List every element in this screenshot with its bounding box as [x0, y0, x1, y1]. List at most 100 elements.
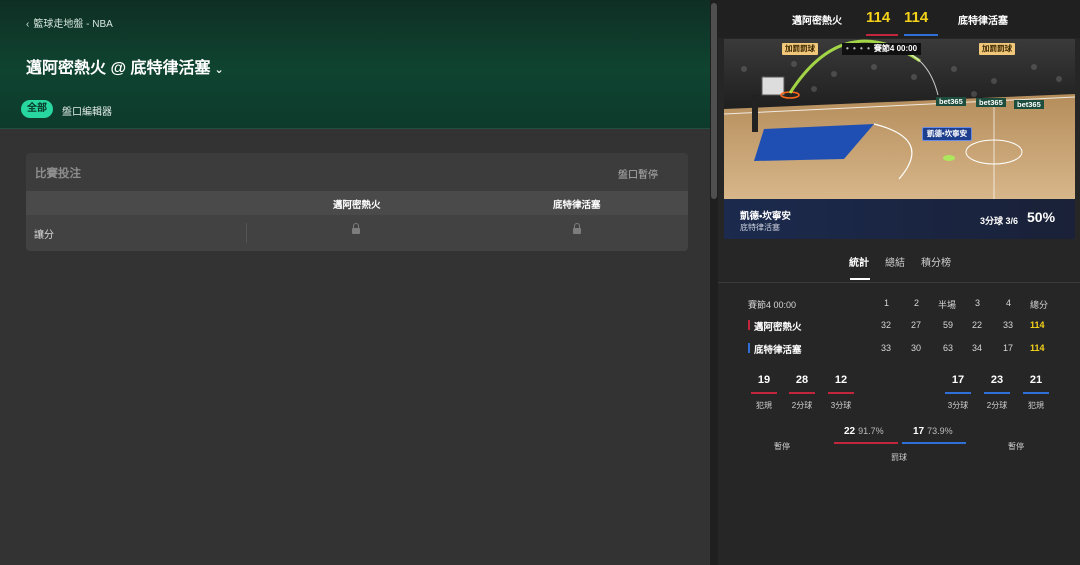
- player-stat-bar: 凱德•坎寧安 底特律活塞 3分球 3/6 50%: [724, 199, 1075, 239]
- stat-label: 犯規: [1028, 401, 1044, 410]
- score-cell: 30: [911, 343, 922, 353]
- court-visualization: 加罰罰球 • • • • 賽節4 00:00 加罰罰球 bet365 bet365…: [724, 39, 1075, 239]
- team-color-marker: [748, 320, 750, 330]
- market-title: 比賽投注: [35, 168, 81, 180]
- ad-board: bet365: [1014, 100, 1044, 109]
- stat-underline: [945, 392, 971, 394]
- scoreboard: 邁阿密熱火 114 114 底特律活塞: [718, 0, 1080, 38]
- box-row-home: 邁阿密熱火 32 27 59 22 33 114: [718, 318, 1080, 334]
- betting-pane: ‹ 籃球走地盤 - NBA 邁阿密熱火 @ 底特律活塞 ⌄ 全部 盤口編輯器 比賽投…: [0, 0, 710, 565]
- total-cell: 114: [1030, 343, 1045, 353]
- ad-board: bet365: [976, 98, 1006, 107]
- stat-label: 3分球: [947, 401, 969, 410]
- ft-away-value: 17: [913, 426, 925, 437]
- score-cell: 27: [911, 320, 922, 330]
- team-name: 底特律活塞: [754, 345, 802, 356]
- stat-home-3pt: 12 3分球: [826, 374, 856, 411]
- score-cell: 34: [972, 343, 983, 353]
- stat-value: 21: [1029, 374, 1043, 386]
- ft-home-pct: 91.7%: [858, 426, 884, 436]
- player-name: 凱德•坎寧安: [740, 211, 791, 222]
- player-badge: 凱德•坎寧安: [922, 127, 973, 141]
- tab-bet-builder[interactable]: 盤口編輯器: [62, 103, 112, 118]
- market-card: 比賽投注 盤口暫停 邁阿密熱火 底特律活塞 讓分: [26, 153, 688, 251]
- ft-away-bar: [902, 442, 966, 444]
- event-header: ‹ 籃球走地盤 - NBA 邁阿密熱火 @ 底特律活塞 ⌄ 全部 盤口編輯器: [0, 0, 710, 129]
- away-score: 114: [904, 9, 929, 26]
- stat-underline: [828, 392, 854, 394]
- stat-underline: [789, 392, 815, 394]
- stat-away-2pt: 23 2分球: [982, 374, 1012, 411]
- scrollbar-thumb[interactable]: [711, 3, 717, 199]
- stat-value: 19: [757, 374, 771, 386]
- stat-underline: [984, 392, 1010, 394]
- score-cell: 63: [943, 343, 954, 353]
- stat-underline: [1023, 392, 1049, 394]
- home-color-bar: [866, 34, 898, 36]
- stats-tabs: 統計 總結 積分榜: [718, 248, 1080, 283]
- breadcrumb[interactable]: ‹ 籃球走地盤 - NBA: [26, 15, 113, 30]
- stat-away-3pt: 17 3分球: [943, 374, 973, 411]
- scrollbar[interactable]: [710, 0, 718, 565]
- market-status: 盤口暫停: [618, 170, 658, 181]
- free-throw-tag-away: 加罰罰球: [979, 43, 1015, 55]
- market-header[interactable]: 比賽投注 盤口暫停: [26, 153, 688, 191]
- active-tab-indicator: [850, 278, 870, 280]
- stat-label: 2分球: [986, 401, 1008, 410]
- ft-home-bar: [834, 442, 898, 444]
- free-throw-label: 罰球: [891, 453, 907, 462]
- lock-icon: [573, 223, 581, 234]
- stat-home-2pt: 28 2分球: [787, 374, 817, 411]
- tab-stats[interactable]: 統計: [849, 254, 869, 269]
- score-cell: 22: [972, 320, 983, 330]
- away-color-bar: [904, 34, 938, 36]
- stat-value: 17: [951, 374, 965, 386]
- stat-underline: [751, 392, 777, 394]
- header-q2: 2: [914, 298, 920, 308]
- column-away: 底特律活塞: [553, 200, 601, 211]
- row-divider: [246, 223, 247, 243]
- chevron-down-icon: ⌄: [214, 64, 224, 76]
- header-half: 半場: [938, 300, 957, 310]
- timeout-home: 暫停: [774, 442, 790, 451]
- score-cell: 17: [1003, 343, 1014, 353]
- tab-summary[interactable]: 總結: [885, 254, 905, 269]
- period-label: 賽節4: [873, 44, 895, 53]
- header-total: 總分: [1030, 300, 1049, 310]
- home-team-name: 邁阿密熱火: [792, 16, 842, 27]
- team-name: 邁阿密熱火: [754, 322, 802, 333]
- match-center: 邁阿密熱火 114 114 底特律活塞 加罰罰球 • • • • 賽節4 00:…: [718, 0, 1080, 565]
- player-percentage: 50%: [1027, 209, 1056, 225]
- chevron-left-icon: ‹: [26, 19, 30, 30]
- score-cell: 32: [881, 320, 892, 330]
- stat-label: 2分球: [791, 401, 813, 410]
- page-title[interactable]: 邁阿密熱火 @ 底特律活塞 ⌄: [26, 54, 224, 78]
- score-cell: 33: [881, 343, 892, 353]
- header-q3: 3: [975, 298, 981, 308]
- stat-value: 12: [834, 374, 848, 386]
- score-cell: 59: [943, 320, 954, 330]
- box-score-header: 賽節4 00:00 1 2 半場 3 4 總分: [718, 298, 1080, 312]
- total-cell: 114: [1030, 320, 1045, 330]
- ft-home-value: 22: [844, 426, 856, 437]
- breadcrumb-label: 籃球走地盤 - NBA: [33, 19, 113, 30]
- period-header: 賽節4 00:00: [748, 300, 797, 310]
- ft-away-pct: 73.9%: [927, 426, 953, 436]
- column-home: 邁阿密熱火: [333, 200, 381, 211]
- player-stat: 3分球 3/6: [980, 216, 1019, 226]
- tab-standings[interactable]: 積分榜: [921, 254, 951, 269]
- market-row-handicap: 讓分: [26, 215, 688, 251]
- tab-all[interactable]: 全部: [21, 100, 53, 118]
- court-graphic: [724, 39, 1075, 199]
- row-label: 讓分: [34, 230, 54, 241]
- lock-icon: [352, 223, 360, 234]
- stat-home-fouls: 19 犯規: [749, 374, 779, 411]
- ad-board: bet365: [936, 97, 966, 106]
- home-score: 114: [866, 9, 891, 26]
- player-team: 底特律活塞: [740, 223, 780, 232]
- team-color-marker: [748, 343, 750, 353]
- dots-icon: • • • •: [846, 44, 871, 53]
- stat-value: 28: [795, 374, 809, 386]
- game-clock: • • • • 賽節4 00:00: [842, 43, 922, 55]
- box-row-away: 底特律活塞 33 30 63 34 17 114: [718, 341, 1080, 357]
